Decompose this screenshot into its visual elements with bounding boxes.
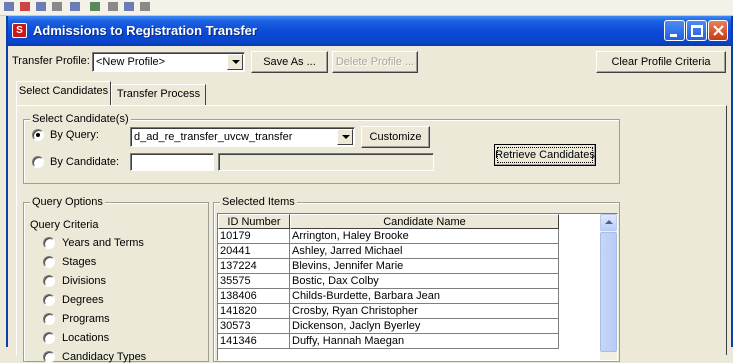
row-id: 35575 xyxy=(218,274,290,289)
criteria-radio-candidacy-types[interactable] xyxy=(43,351,55,363)
criteria-radio-stages[interactable] xyxy=(43,256,55,268)
row-id: 141820 xyxy=(218,304,290,319)
toolbar-icon[interactable] xyxy=(52,2,62,11)
query-criteria-label: Query Criteria xyxy=(30,219,99,231)
row-name: Arrington, Haley Brooke xyxy=(290,229,559,244)
transfer-profile-dropdown[interactable]: <New Profile> xyxy=(92,52,245,72)
query-value: d_ad_re_transfer_uvcw_transfer xyxy=(134,131,293,143)
chevron-down-icon[interactable] xyxy=(227,54,243,70)
vertical-scrollbar[interactable] xyxy=(600,214,617,360)
column-header-name[interactable]: Candidate Name xyxy=(290,214,559,229)
row-name: Crosby, Ryan Christopher xyxy=(290,304,559,319)
row-name: Blevins, Jennifer Marie xyxy=(290,259,559,274)
row-id: 138406 xyxy=(218,289,290,304)
criteria-radio-locations[interactable] xyxy=(43,332,55,344)
tab-select-candidates[interactable]: Select Candidates xyxy=(16,81,111,105)
criteria-radio-degrees[interactable] xyxy=(43,294,55,306)
row-id: 20441 xyxy=(218,244,290,259)
by-candidate-label: By Candidate: xyxy=(50,156,120,168)
criteria-label-programs: Programs xyxy=(62,313,110,325)
maximize-button[interactable] xyxy=(686,20,707,41)
candidate-name-display xyxy=(218,153,434,171)
candidate-id-input[interactable] xyxy=(130,153,214,171)
toolbar-icon[interactable] xyxy=(90,2,100,11)
title-bar[interactable]: S Admissions to Registration Transfer xyxy=(8,16,731,46)
query-options-group: Query Options Query Criteria Years and T… xyxy=(23,196,209,363)
close-button[interactable] xyxy=(708,20,728,41)
criteria-label-stages: Stages xyxy=(62,256,97,268)
row-id: 137224 xyxy=(218,259,290,274)
criteria-label-locations: Locations xyxy=(62,332,110,344)
customize-button[interactable]: Customize xyxy=(361,126,430,148)
by-candidate-radio[interactable] xyxy=(32,156,44,168)
criteria-label-years-terms: Years and Terms xyxy=(62,237,144,249)
toolbar-icon[interactable] xyxy=(140,2,150,11)
row-name: Dickenson, Jaclyn Byerley xyxy=(290,319,559,334)
selected-items-group: Selected Items ID Number Candidate Name … xyxy=(213,196,620,362)
close-icon xyxy=(713,25,724,36)
criteria-label-candidacy-types: Candidacy Types xyxy=(62,351,147,363)
toolbar-icon[interactable] xyxy=(4,2,14,11)
query-options-group-title: Query Options xyxy=(30,196,105,208)
by-query-radio[interactable] xyxy=(32,129,44,141)
app-toolbar-strip xyxy=(0,0,733,16)
row-name: Bostic, Dax Colby xyxy=(290,274,559,289)
maximize-icon xyxy=(691,25,703,37)
toolbar-icon[interactable] xyxy=(108,2,118,11)
toolbar-icon[interactable] xyxy=(36,2,46,11)
row-name: Childs-Burdette, Barbara Jean xyxy=(290,289,559,304)
selected-items-group-title: Selected Items xyxy=(220,196,297,208)
tab-panel: Select Candidate(s) By Query: d_ad_re_tr… xyxy=(16,105,727,363)
window-title: Admissions to Registration Transfer xyxy=(33,23,257,38)
clear-profile-criteria-button[interactable]: Clear Profile Criteria xyxy=(596,51,726,73)
row-id: 30573 xyxy=(218,319,290,334)
criteria-radio-divisions[interactable] xyxy=(43,275,55,287)
toolbar-icon[interactable] xyxy=(20,2,30,11)
select-candidates-group-title: Select Candidate(s) xyxy=(30,113,131,125)
selected-items-grid[interactable]: ID Number Candidate Name 10179 Arrington… xyxy=(217,213,618,361)
query-dropdown[interactable]: d_ad_re_transfer_uvcw_transfer xyxy=(130,127,355,147)
chevron-down-icon[interactable] xyxy=(337,129,353,145)
toolbar-icon[interactable] xyxy=(70,2,80,11)
column-header-id[interactable]: ID Number xyxy=(218,214,290,229)
criteria-radio-programs[interactable] xyxy=(43,313,55,325)
minimize-icon xyxy=(670,34,677,37)
row-name: Ashley, Jarred Michael xyxy=(290,244,559,259)
by-query-label: By Query: xyxy=(50,129,99,141)
criteria-label-degrees: Degrees xyxy=(62,294,104,306)
criteria-label-divisions: Divisions xyxy=(62,275,107,287)
scroll-thumb[interactable] xyxy=(600,232,617,352)
criteria-radio-years-terms[interactable] xyxy=(43,237,55,249)
save-as-button[interactable]: Save As ... xyxy=(251,51,328,73)
scroll-up-icon[interactable] xyxy=(600,214,617,231)
minimize-button[interactable] xyxy=(664,20,685,41)
app-icon: S xyxy=(12,23,27,38)
toolbar-icon[interactable] xyxy=(124,2,134,11)
row-id: 10179 xyxy=(218,229,290,244)
delete-profile-button[interactable]: Delete Profile ... xyxy=(332,51,418,73)
transfer-window: S Admissions to Registration Transfer Tr… xyxy=(6,16,733,363)
tab-transfer-process[interactable]: Transfer Process xyxy=(111,84,206,105)
retrieve-candidates-button[interactable]: Retrieve Candidates xyxy=(494,144,596,166)
transfer-profile-value: <New Profile> xyxy=(96,56,166,68)
transfer-profile-label: Transfer Profile: xyxy=(12,55,90,67)
select-candidates-group: Select Candidate(s) By Query: d_ad_re_tr… xyxy=(23,113,620,184)
